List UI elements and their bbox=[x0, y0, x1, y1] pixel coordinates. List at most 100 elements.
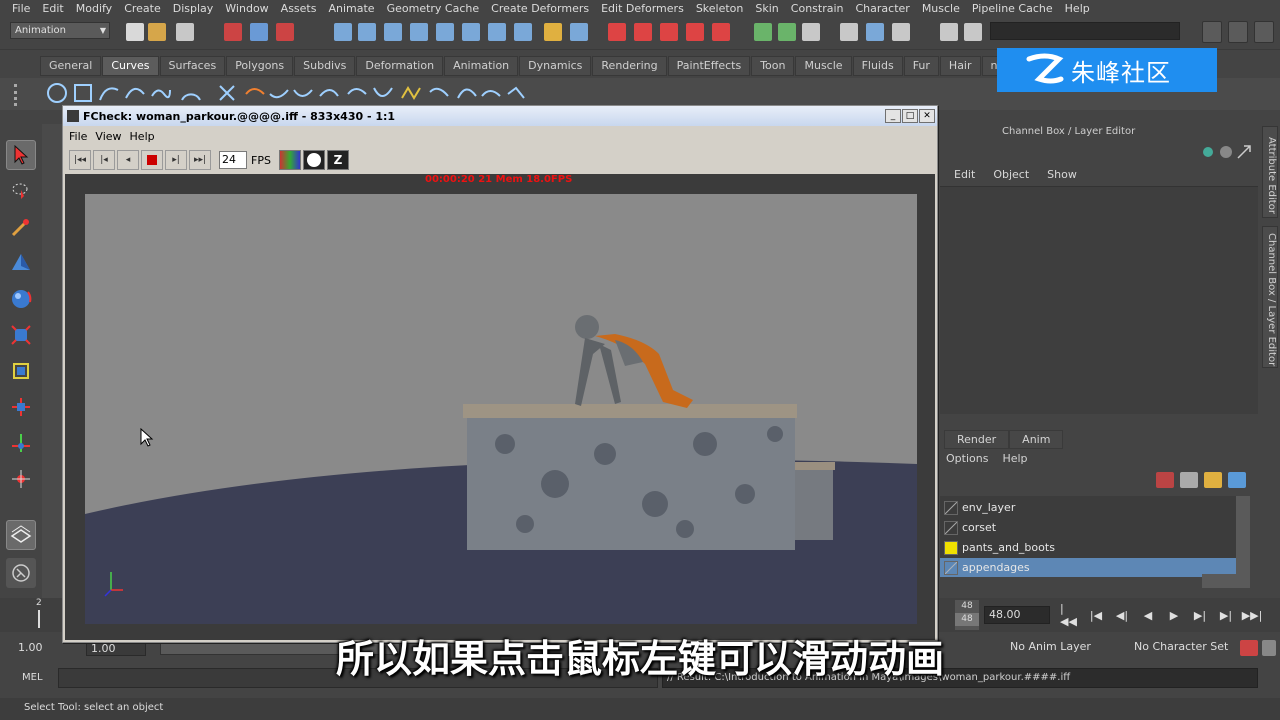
alpha-channel-button[interactable] bbox=[302, 150, 325, 170]
universal-manipulator-icon[interactable] bbox=[6, 356, 36, 386]
fps-input[interactable]: 24 bbox=[219, 151, 247, 169]
offset-curve-icon[interactable] bbox=[346, 82, 368, 104]
menu-create[interactable]: Create bbox=[118, 2, 167, 15]
history-icon[interactable] bbox=[712, 23, 730, 41]
shelf-tab-hair[interactable]: Hair bbox=[939, 56, 981, 76]
menu-window[interactable]: Window bbox=[219, 2, 274, 15]
input-line-icon[interactable] bbox=[840, 23, 858, 41]
fcheck-menu-help[interactable]: Help bbox=[128, 130, 161, 143]
new-layer-icon[interactable] bbox=[1156, 472, 1174, 488]
rgb-channel-button[interactable] bbox=[278, 150, 301, 170]
stop-button[interactable] bbox=[141, 150, 163, 170]
rename-icon[interactable] bbox=[866, 23, 884, 41]
move-layer-down-icon[interactable] bbox=[1228, 472, 1246, 488]
shelf-tab-dynamics[interactable]: Dynamics bbox=[519, 56, 592, 76]
rotate-tool-icon[interactable] bbox=[6, 284, 36, 314]
fcheck-titlebar[interactable]: FCheck: woman_parkour.@@@@.iff - 833x430… bbox=[63, 106, 937, 126]
menu-animate[interactable]: Animate bbox=[322, 2, 380, 15]
layout-single-icon[interactable] bbox=[6, 520, 36, 550]
menu-help[interactable]: Help bbox=[1059, 2, 1096, 15]
menu-pipeline-cache[interactable]: Pipeline Cache bbox=[966, 2, 1059, 15]
lasso-tool-icon[interactable] bbox=[6, 176, 36, 206]
menu-set-dropdown[interactable]: Animation ▼ bbox=[10, 22, 110, 39]
step-back-button[interactable]: |◂ bbox=[93, 150, 115, 170]
snap-plane-icon[interactable] bbox=[660, 23, 678, 41]
menu-display[interactable]: Display bbox=[167, 2, 220, 15]
pick-mask-icon[interactable] bbox=[334, 23, 352, 41]
menu-file[interactable]: File bbox=[6, 2, 36, 15]
new-scene-icon[interactable] bbox=[126, 23, 144, 41]
step-forward-button[interactable]: ▸| bbox=[165, 150, 187, 170]
shelf-tab-toon[interactable]: Toon bbox=[751, 56, 795, 76]
close-button[interactable]: ✕ bbox=[919, 109, 935, 123]
snap-curve-icon[interactable] bbox=[608, 23, 626, 41]
extend-curve-icon[interactable] bbox=[318, 82, 340, 104]
pick-misc-icon[interactable] bbox=[514, 23, 532, 41]
move-layer-up-icon[interactable] bbox=[1204, 472, 1222, 488]
snap-live-icon[interactable] bbox=[686, 23, 704, 41]
menu-create-deformers[interactable]: Create Deformers bbox=[485, 2, 595, 15]
select-tool-icon[interactable] bbox=[6, 140, 36, 170]
time-cursor[interactable] bbox=[38, 610, 40, 628]
pick-surface-icon[interactable] bbox=[410, 23, 428, 41]
scale-tool-icon[interactable] bbox=[6, 320, 36, 350]
step-back-key-icon[interactable]: |◀ bbox=[1086, 606, 1106, 624]
pick-dynamic-icon[interactable] bbox=[462, 23, 480, 41]
menu-character[interactable]: Character bbox=[850, 2, 916, 15]
attribute-editor-tab[interactable]: Attribute Editor bbox=[1262, 126, 1278, 218]
tool-settings-toggle-button[interactable] bbox=[1254, 21, 1274, 43]
layer-menu-help[interactable]: Help bbox=[1002, 452, 1027, 465]
play-back-button[interactable]: ◂ bbox=[117, 150, 139, 170]
ep-curve-icon[interactable] bbox=[124, 82, 146, 104]
shelf-tab-surfaces[interactable]: Surfaces bbox=[159, 56, 226, 76]
pick-curve-icon[interactable] bbox=[384, 23, 402, 41]
quick-select-icon[interactable] bbox=[940, 23, 958, 41]
channel-box-toggle-button[interactable] bbox=[1228, 21, 1248, 43]
shelf-tab-animation[interactable]: Animation bbox=[444, 56, 519, 76]
rebuild-curve-icon[interactable] bbox=[400, 82, 422, 104]
menu-modify[interactable]: Modify bbox=[70, 2, 118, 15]
detach-curve-icon[interactable] bbox=[268, 82, 290, 104]
shelf-tab-general[interactable]: General bbox=[40, 56, 102, 76]
menu-constrain[interactable]: Constrain bbox=[785, 2, 850, 15]
render-settings-icon[interactable] bbox=[802, 23, 820, 41]
select-hierarchy-icon[interactable] bbox=[224, 23, 242, 41]
pick-joint-icon[interactable] bbox=[358, 23, 376, 41]
snap-point-icon[interactable] bbox=[634, 23, 652, 41]
save-scene-icon[interactable] bbox=[176, 23, 194, 41]
menu-muscle[interactable]: Muscle bbox=[916, 2, 966, 15]
shelf-menu-icon[interactable] bbox=[14, 84, 32, 106]
menu-edit[interactable]: Edit bbox=[36, 2, 69, 15]
layer-tab-anim[interactable]: Anim bbox=[1009, 430, 1064, 449]
channel-box-tab[interactable]: Channel Box / Layer Editor bbox=[1262, 226, 1278, 368]
go-to-start-icon[interactable]: |◀◀ bbox=[1060, 602, 1080, 628]
arc-curve-icon[interactable] bbox=[180, 82, 202, 104]
fcheck-menu-file[interactable]: File bbox=[67, 130, 93, 143]
duplicate-curve-icon[interactable] bbox=[480, 82, 502, 104]
layer-from-selected-icon[interactable] bbox=[1180, 472, 1198, 488]
outliner-layout-icon[interactable] bbox=[6, 558, 36, 588]
channel-menu-edit[interactable]: Edit bbox=[954, 168, 975, 181]
numeric-input-icon[interactable] bbox=[964, 23, 982, 41]
insert-knot-icon[interactable] bbox=[292, 82, 314, 104]
layer-row[interactable]: pants_and_boots bbox=[940, 538, 1236, 557]
fcheck-canvas[interactable]: 00:00:20 21 Mem 18.0FPS bbox=[65, 174, 935, 640]
step-forward-key-icon[interactable]: ▶| bbox=[1216, 606, 1236, 624]
shelf-tab-rendering[interactable]: Rendering bbox=[592, 56, 667, 76]
step-back-frame-icon[interactable]: ◀| bbox=[1112, 606, 1132, 624]
fcheck-menu-view[interactable]: View bbox=[93, 130, 127, 143]
pencil-curve-icon[interactable] bbox=[150, 82, 172, 104]
shelf-tab-muscle[interactable]: Muscle bbox=[795, 56, 852, 76]
circle-curve-icon[interactable] bbox=[46, 82, 68, 104]
layout-toggle-button[interactable] bbox=[1202, 21, 1222, 43]
ipr-render-icon[interactable] bbox=[778, 23, 796, 41]
layer-color-swatch[interactable] bbox=[944, 520, 958, 535]
script-icon[interactable] bbox=[892, 23, 910, 41]
shelf-tab-deformation[interactable]: Deformation bbox=[356, 56, 444, 76]
layer-row[interactable]: corset bbox=[940, 518, 1236, 537]
layer-menu-options[interactable]: Options bbox=[946, 452, 988, 465]
layer-color-swatch[interactable] bbox=[944, 500, 958, 515]
square-curve-icon[interactable] bbox=[72, 82, 94, 104]
menu-edit-deformers[interactable]: Edit Deformers bbox=[595, 2, 690, 15]
z-depth-button[interactable]: Z bbox=[326, 150, 349, 170]
